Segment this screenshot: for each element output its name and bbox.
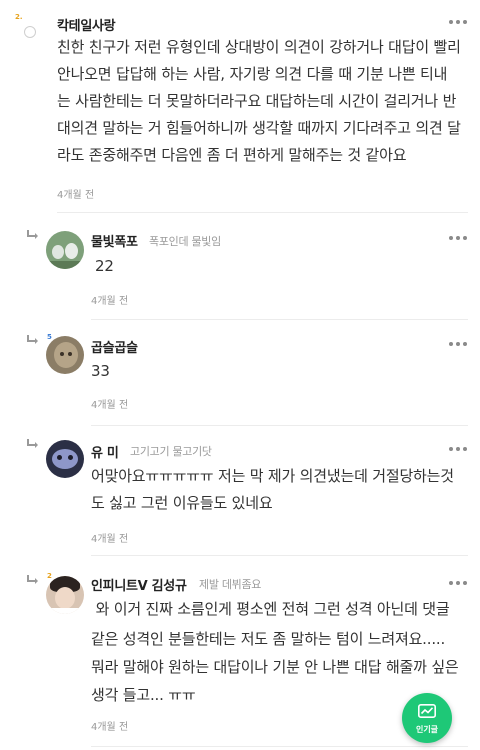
- comment-line: 생각 들고... ㅠㅠ: [91, 686, 196, 704]
- reply-comment-1: 물빛폭포 폭포인데 물빛임 22 4개월 전: [0, 214, 480, 320]
- reply-comment-2: 5 곱슬곱슬 33 4개월 전: [0, 320, 480, 426]
- reply-arrow-icon: [27, 230, 38, 239]
- comment-time: 4개월 전: [91, 534, 129, 545]
- comment-time: 4개월 전: [57, 190, 95, 201]
- reply-arrow-icon: [27, 335, 38, 344]
- user-bio: 제발 데뷔좀요: [199, 578, 262, 591]
- comment-author[interactable]: 물빛폭포: [91, 231, 138, 250]
- user-bio: 고기고기 물고기닷: [130, 445, 212, 458]
- reply-arrow-icon: [27, 575, 38, 584]
- comment-line: 뭐라 말해야 원하는 대답이나 기분 안 나쁜 대답 해줄까 싶은: [91, 658, 459, 676]
- comment-author[interactable]: 곱슬곱슬: [91, 337, 138, 356]
- comment-line: 라도 존중해주면 다음엔 좀 더 편하게 말해주는 것 같아요: [57, 146, 407, 164]
- avatar[interactable]: [46, 231, 84, 269]
- reply-comment-3: 유 미 고기고기 물고기닷 어맞아요ㅠㅠㅠㅠㅠ 저는 막 제가 의견냈는데 거절…: [0, 426, 480, 556]
- popular-posts-button[interactable]: 인기글: [402, 693, 452, 743]
- user-level-badge: 5: [47, 333, 52, 341]
- comment-author[interactable]: 유 미: [91, 442, 119, 461]
- more-options-icon[interactable]: [449, 233, 469, 243]
- comment-author[interactable]: 인피니트V 김성규: [91, 575, 187, 594]
- avatar[interactable]: [46, 576, 84, 614]
- more-options-icon[interactable]: [449, 578, 469, 588]
- comment-time: 4개월 전: [91, 296, 129, 307]
- popular-posts-label: 인기글: [415, 725, 439, 734]
- avatar[interactable]: [46, 336, 84, 374]
- comment-line: 와 이거 진짜 소름인게 평소엔 전혀 그런 성격 아닌데 댓글: [91, 600, 450, 618]
- comment-line: 친한 친구가 저런 유형인데 상대방이 의견이 강하거나 대답이 빨리: [57, 38, 461, 56]
- comment-time: 4개월 전: [91, 400, 129, 411]
- comment-line: 같은 성격인 분들한테는 저도 좀 말하는 텀이 느려져요.....: [91, 630, 446, 648]
- comment-1: 2. 칵테일사랑 친한 친구가 저런 유형인데 상대방이 의견이 강하거나 대답…: [0, 0, 480, 214]
- reply-arrow-icon: [27, 439, 38, 448]
- divider: [91, 746, 468, 747]
- more-options-icon[interactable]: [449, 339, 469, 349]
- comment-body: 33: [91, 362, 110, 380]
- trend-chart-icon: [418, 704, 436, 718]
- comment-line: 안나오면 답답해 하는 사람, 자기랑 의견 다를 때 기분 나쁜 티내: [57, 65, 448, 83]
- comment-line: 는 사람한테는 더 못말하더라구요 대답하는데 시간이 걸리거나 반: [57, 92, 457, 110]
- comment-author[interactable]: 칵테일사랑: [57, 15, 116, 34]
- divider: [57, 212, 468, 213]
- more-options-icon[interactable]: [449, 444, 469, 454]
- user-bio: 폭포인데 물빛임: [149, 235, 221, 248]
- avatar-placeholder-icon[interactable]: [24, 26, 36, 38]
- comment-line: 도 싫고 그런 이유들도 있네요: [91, 494, 273, 512]
- user-level-badge: 2: [47, 572, 52, 580]
- user-level-badge: 2.: [15, 13, 23, 21]
- comment-body: 22: [95, 257, 114, 275]
- comment-line: 대의견 말하는 거 힘들어하니까 생각할 때까지 기다려주고 의견 달: [57, 119, 461, 137]
- comment-line: 어맞아요ㅠㅠㅠㅠㅠ 저는 막 제가 의견냈는데 거절당하는것: [91, 467, 454, 485]
- more-options-icon[interactable]: [449, 17, 469, 27]
- comment-time: 4개월 전: [91, 722, 129, 733]
- avatar[interactable]: [46, 440, 84, 478]
